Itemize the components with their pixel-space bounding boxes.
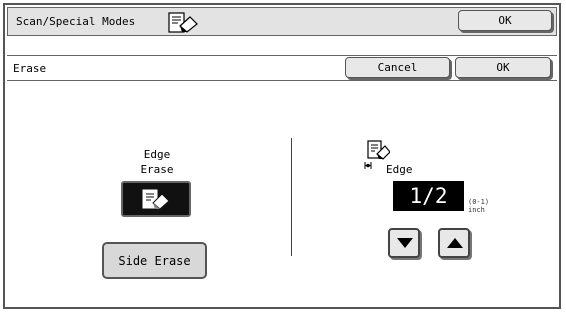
decrease-button[interactable]	[388, 228, 420, 258]
edge-label: Edge	[386, 163, 413, 176]
arrow-down-icon	[397, 238, 413, 248]
increase-button[interactable]	[438, 228, 470, 258]
header-bar: Scan/Special Modes OK	[7, 7, 557, 36]
edge-erase-label: Edge Erase	[124, 147, 190, 177]
cancel-button[interactable]: Cancel	[345, 57, 450, 78]
header-title: Scan/Special Modes	[16, 15, 136, 28]
edge-erase-label-line2: Erase	[140, 163, 174, 176]
subheader-ok-button[interactable]: OK	[455, 57, 551, 78]
edge-value-display: 1/2	[393, 181, 464, 211]
panel-divider	[291, 138, 292, 256]
subheader-title: Erase	[13, 62, 47, 75]
edge-erase-button[interactable]	[121, 181, 191, 217]
side-erase-button[interactable]: Side Erase	[102, 242, 207, 279]
arrow-up-icon	[447, 238, 463, 248]
subheader-bar: Erase Cancel OK	[7, 55, 557, 81]
header-ok-button[interactable]: OK	[458, 10, 552, 31]
value-range-limits: (0-1)	[468, 198, 490, 206]
value-range: (0-1) inch	[468, 198, 489, 214]
dialog-frame: Scan/Special Modes OK Erase Cancel OK Ed…	[3, 3, 561, 309]
edge-erase-label-line1: Edge	[143, 148, 171, 161]
erase-panel: Edge Erase Side Erase Edge 1/2 (0-1) inc…	[7, 81, 557, 307]
edge-erase-icon	[142, 189, 170, 210]
value-range-unit: inch	[468, 206, 485, 214]
scan-special-modes-icon	[168, 12, 200, 38]
